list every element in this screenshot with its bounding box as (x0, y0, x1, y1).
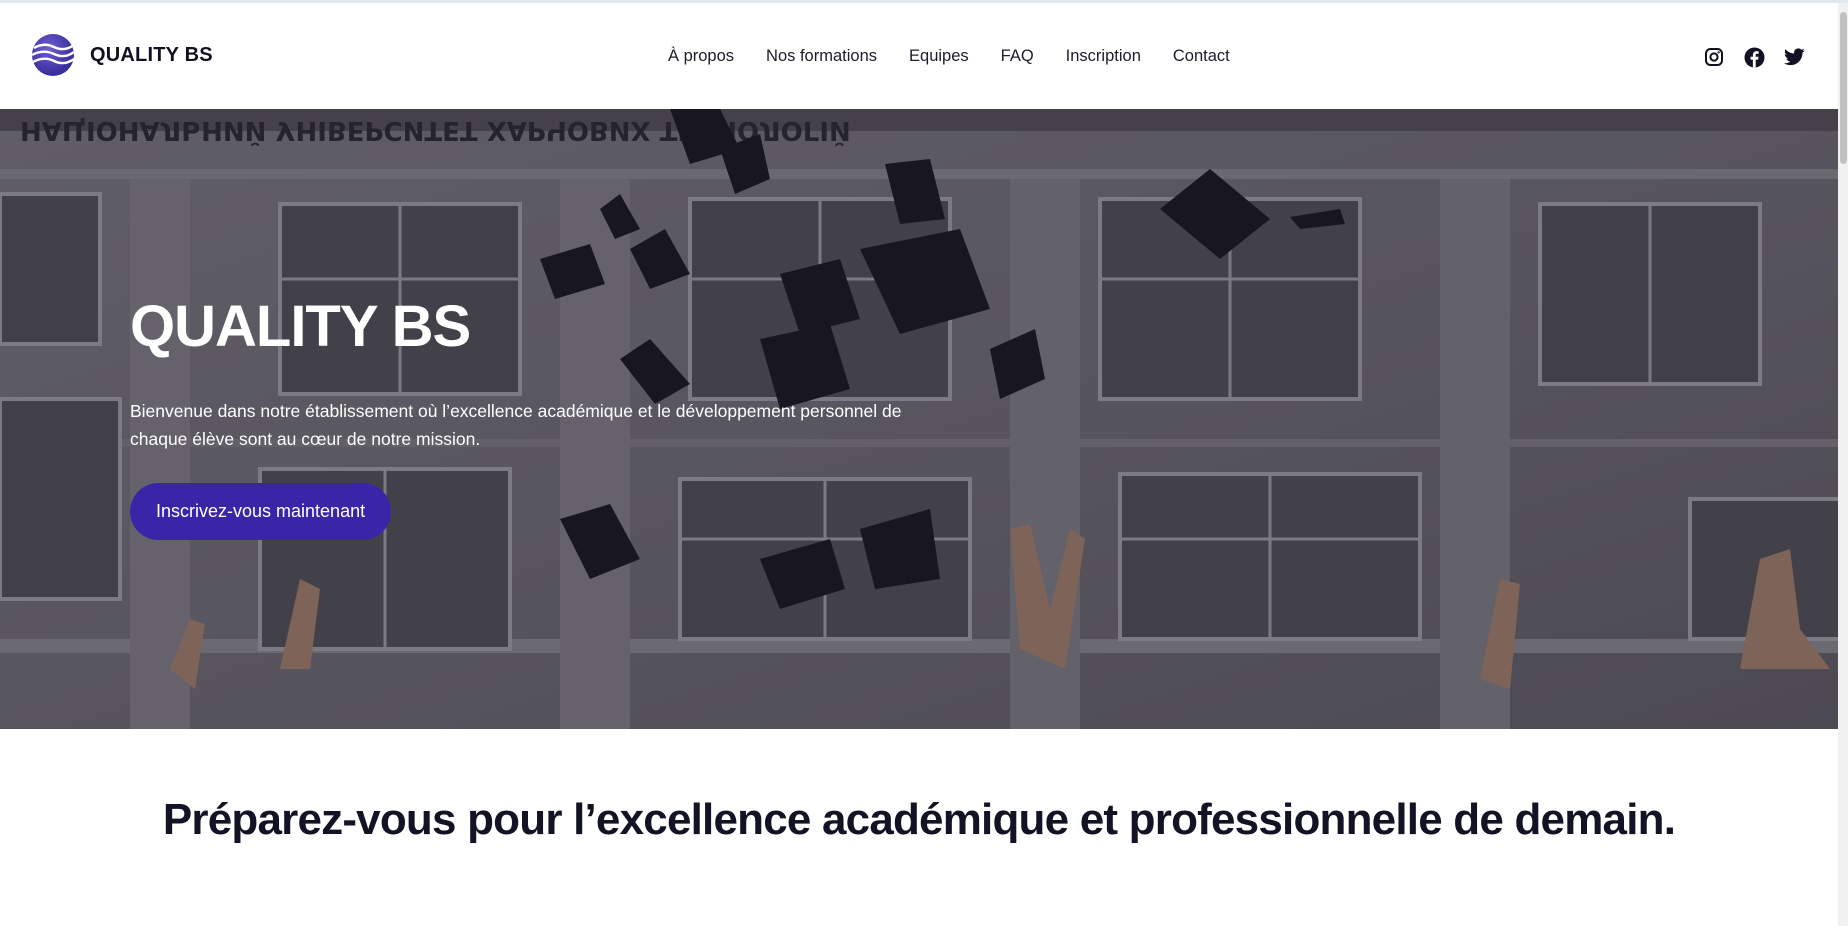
section-title: Préparez-vous pour l’excellence académiq… (162, 795, 1676, 844)
hero-title: QUALITY BS (130, 294, 471, 359)
facebook-icon[interactable] (1743, 46, 1765, 68)
main-nav: À propos Nos formations Equipes FAQ Insc… (668, 47, 1230, 66)
twitter-icon[interactable] (1783, 46, 1805, 68)
brand-logo-link[interactable]: QUALITY BS (32, 34, 213, 76)
instagram-icon[interactable] (1703, 46, 1725, 68)
nav-link-contact[interactable]: Contact (1173, 47, 1230, 66)
hero-content: QUALITY BS Bienvenue dans notre établiss… (130, 295, 950, 540)
nav-link-equipes[interactable]: Equipes (909, 47, 969, 66)
hero-description: Bienvenue dans notre établissement où l’… (130, 400, 902, 449)
social-links (1703, 46, 1805, 68)
hero-section: НАЦІОНАЛЬНИЙ УНІВЕРСИТЕТ ХАРЧОВИХ ТЕХНОЛ… (0, 109, 1838, 729)
brand-name: QUALITY BS (90, 43, 213, 66)
nav-link-a-propos[interactable]: À propos (668, 47, 734, 66)
scrollbar-thumb[interactable] (1840, 12, 1847, 164)
register-now-button[interactable]: Inscrivez-vous maintenant (130, 482, 392, 540)
logo-icon (32, 34, 74, 76)
nav-link-inscription[interactable]: Inscription (1066, 47, 1141, 66)
nav-link-nos-formations[interactable]: Nos formations (766, 47, 877, 66)
nav-link-faq[interactable]: FAQ (1001, 47, 1034, 66)
site-header: QUALITY BS À propos Nos formations Equip… (0, 3, 1838, 109)
